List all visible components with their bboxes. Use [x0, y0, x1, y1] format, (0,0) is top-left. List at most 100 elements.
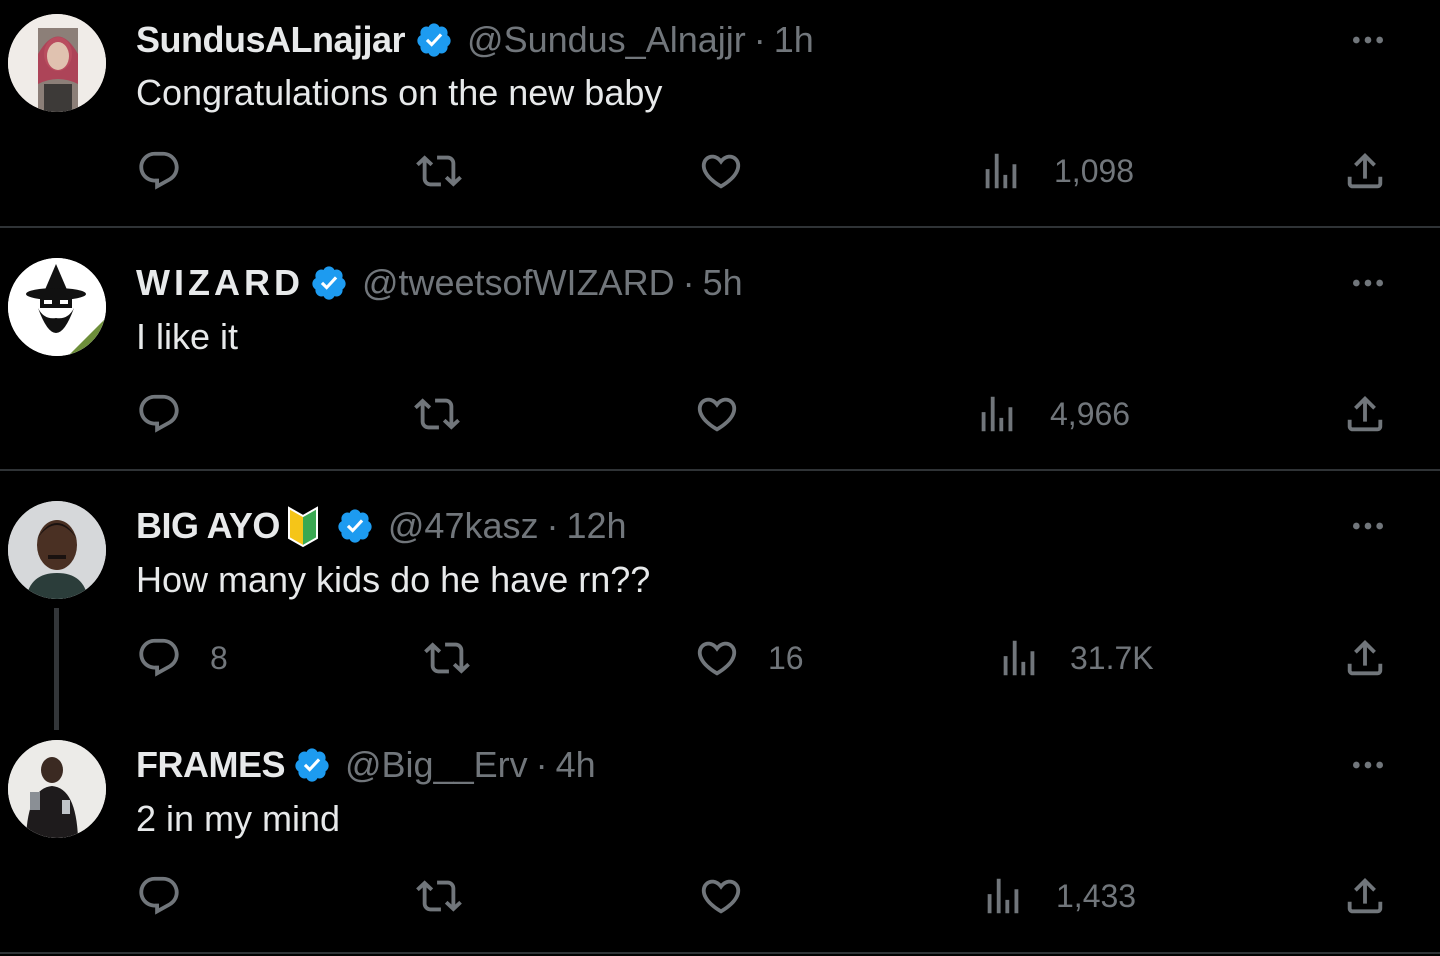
retweet-button[interactable] [414, 391, 460, 437]
like-button[interactable]: 16 [694, 635, 804, 681]
tweet-text: 2 in my mind [136, 798, 341, 839]
reply-button[interactable]: 8 [136, 635, 228, 681]
share-button[interactable] [1342, 391, 1388, 437]
views-count: 1,433 [1056, 877, 1137, 914]
views-button[interactable]: 31.7K [996, 635, 1154, 681]
views-button[interactable]: 1,098 [978, 148, 1134, 194]
views-icon [974, 391, 1020, 437]
user-handle[interactable]: @tweetsofWIZARD [362, 262, 675, 304]
retweet-icon [416, 873, 462, 919]
avatar-image [8, 740, 106, 838]
verified-badge-icon [415, 21, 453, 59]
tweet-header: SundusALnajjar @Sundus_Alnajjr · 1h [136, 16, 814, 64]
timestamp[interactable]: 4h [556, 744, 596, 786]
verified-badge-icon [293, 746, 331, 784]
timestamp[interactable]: 12h [566, 505, 626, 547]
action-bar: 1,098 [0, 148, 1440, 198]
share-button[interactable] [1342, 635, 1388, 681]
tweet-text: I like it [136, 316, 239, 357]
share-button[interactable] [1342, 873, 1388, 919]
retweet-icon [416, 148, 462, 194]
heart-icon [694, 391, 740, 437]
tweet-text: Congratulations on the new baby [136, 72, 663, 113]
like-count: 16 [768, 639, 804, 676]
retweet-button[interactable] [424, 635, 470, 681]
more-icon [1348, 745, 1388, 785]
retweet-button[interactable] [416, 148, 462, 194]
replies-feed: SundusALnajjar @Sundus_Alnajjr · 1h Cong… [0, 0, 1440, 956]
more-icon [1348, 506, 1388, 546]
reply-button[interactable] [136, 873, 182, 919]
display-name[interactable]: BIG AYO [136, 505, 280, 547]
user-handle[interactable]: @47kasz [388, 505, 539, 547]
retweet-button[interactable] [416, 873, 462, 919]
avatar-image [8, 14, 106, 112]
share-icon [1342, 148, 1388, 194]
reply-button[interactable] [136, 148, 182, 194]
display-name[interactable]: FRAMES [136, 744, 286, 786]
avatar[interactable] [8, 258, 106, 356]
reply-tweet[interactable]: BIG AYO @47kasz · 12h How many kids do h… [0, 471, 1440, 709]
like-button[interactable] [694, 391, 740, 437]
views-count: 1,098 [1054, 152, 1135, 189]
divider [0, 952, 1440, 954]
avatar-image [8, 501, 106, 599]
more-icon [1348, 263, 1388, 303]
separator-dot: · [682, 262, 695, 303]
display-name[interactable]: SundusALnajjar [136, 19, 406, 61]
reply-count: 8 [210, 639, 228, 676]
avatar[interactable] [8, 501, 106, 599]
reply-icon [136, 635, 182, 681]
tweet-header: FRAMES @Big__Erv · 4h [136, 741, 596, 789]
timestamp[interactable]: 5h [703, 262, 743, 304]
more-button[interactable] [1348, 20, 1388, 60]
reply-button[interactable] [136, 391, 182, 437]
views-icon [978, 148, 1024, 194]
more-button[interactable] [1348, 506, 1388, 546]
more-icon [1348, 20, 1388, 60]
separator-dot: · [546, 505, 559, 546]
timestamp[interactable]: 1h [774, 19, 814, 61]
share-icon [1342, 391, 1388, 437]
views-button[interactable]: 4,966 [974, 391, 1130, 437]
views-count: 4,966 [1050, 395, 1131, 432]
verified-badge-icon [310, 264, 348, 302]
tweet-header: WIZARD @tweetsofWIZARD · 5h [136, 259, 743, 307]
share-icon [1342, 635, 1388, 681]
reply-icon [136, 148, 182, 194]
separator-dot: · [535, 744, 548, 785]
action-bar: 4,966 [0, 391, 1440, 441]
action-bar: 1,433 [0, 873, 1440, 923]
retweet-icon [424, 635, 470, 681]
retweet-icon [414, 391, 460, 437]
wizard-avatar-image [8, 258, 106, 356]
action-bar: 8 16 31.7K [0, 635, 1440, 685]
verified-badge-icon [336, 507, 374, 545]
share-button[interactable] [1342, 148, 1388, 194]
separator-dot: · [753, 19, 766, 60]
views-icon [996, 635, 1042, 681]
reply-icon [136, 391, 182, 437]
reply-tweet[interactable]: SundusALnajjar @Sundus_Alnajjr · 1h Cong… [0, 0, 1440, 228]
avatar[interactable] [8, 14, 106, 112]
reply-tweet[interactable]: FRAMES @Big__Erv · 4h 2 in my mind 1,433 [0, 710, 1440, 956]
heart-icon [698, 148, 744, 194]
share-icon [1342, 873, 1388, 919]
heart-icon [694, 635, 740, 681]
more-button[interactable] [1348, 263, 1388, 303]
views-icon [980, 873, 1026, 919]
views-button[interactable]: 1,433 [980, 873, 1136, 919]
tweet-text: How many kids do he have rn?? [136, 559, 651, 600]
views-count: 31.7K [1070, 639, 1154, 676]
user-handle[interactable]: @Big__Erv [345, 744, 528, 786]
heart-icon [698, 873, 744, 919]
like-button[interactable] [698, 873, 744, 919]
avatar[interactable] [8, 740, 106, 838]
beginner-mark-icon [287, 506, 318, 548]
more-button[interactable] [1348, 745, 1388, 785]
display-name[interactable]: WIZARD [136, 262, 304, 304]
reply-tweet[interactable]: WIZARD @tweetsofWIZARD · 5h I like it 4,… [0, 228, 1440, 470]
user-handle[interactable]: @Sundus_Alnajjr [467, 19, 746, 61]
tweet-header: BIG AYO @47kasz · 12h [136, 502, 627, 550]
like-button[interactable] [698, 148, 744, 194]
